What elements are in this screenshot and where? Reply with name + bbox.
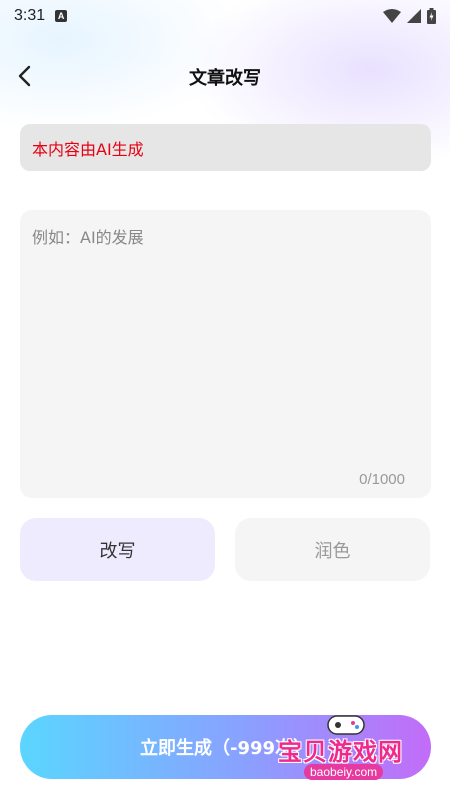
status-icons: [383, 8, 436, 24]
mode-polish-button[interactable]: 润色: [235, 518, 430, 581]
wifi-icon: [383, 9, 401, 23]
ai-notice-banner: 本内容由AI生成: [20, 124, 431, 171]
app-header: 文章改写: [0, 50, 450, 102]
status-bar: 3:31 A: [0, 0, 450, 32]
article-input-box[interactable]: 0/1000: [20, 210, 431, 498]
status-time: 3:31: [14, 7, 46, 24]
char-counter: 0/1000: [359, 471, 405, 488]
mode-rewrite-button[interactable]: 改写: [20, 518, 215, 581]
watermark: 宝贝游戏网 baobeiy.com: [272, 708, 422, 786]
mode-polish-label: 润色: [314, 540, 351, 562]
ai-notice-text: 本内容由AI生成: [32, 139, 144, 159]
watermark-text: 宝贝游戏网: [278, 738, 403, 766]
page-title: 文章改写: [189, 68, 261, 89]
a-icon: A: [55, 10, 68, 22]
article-input[interactable]: [20, 210, 431, 460]
signal-icon: [407, 9, 421, 23]
mode-rewrite-label: 改写: [99, 540, 136, 562]
battery-icon: [427, 8, 436, 24]
watermark-url: baobeiy.com: [304, 764, 384, 780]
